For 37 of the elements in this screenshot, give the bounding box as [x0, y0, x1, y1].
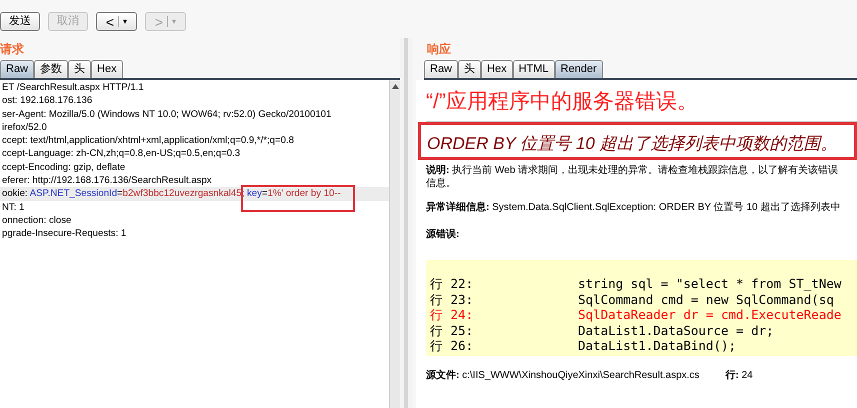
- source-file: 源文件: c:\IIS_WWW\XinshouQiyeXinxi\SearchResult.aspx.cs 行: 24: [426, 368, 754, 383]
- toolbar-button[interactable]: 发送: [0, 12, 40, 31]
- request-line: ost: 192.168.176.136: [1, 94, 94, 108]
- code-line: 行 23: SqlCommand cmd = new SqlCommand(sq: [429, 292, 835, 307]
- tab[interactable]: Render: [554, 60, 603, 78]
- error-heading: “/”应用程序中的服务器错误。: [426, 89, 699, 115]
- tab[interactable]: Hex: [481, 60, 513, 78]
- tab[interactable]: 参数: [34, 60, 68, 78]
- tab[interactable]: 头: [458, 60, 482, 78]
- request-line: ccept-Language: zh-CN,zh;q=0.8,en-US;q=0.5,en;q=0.3: [1, 147, 242, 161]
- request-line: onnection: close: [1, 214, 72, 228]
- tab[interactable]: Raw: [0, 60, 34, 78]
- request-line: ET /SearchResult.aspx HTTP/1.1: [1, 81, 145, 94]
- code-line: 行 26: DataList1.DataBind();: [429, 338, 738, 354]
- request-line: eferer: http://192.168.176.136/SearchResult.aspx: [1, 174, 213, 188]
- error-message: ORDER BY 位置号 10 超出了选择列表中项数的范围。: [418, 122, 857, 160]
- request-line: NT: 1: [1, 200, 26, 214]
- tab[interactable]: Hex: [91, 60, 123, 78]
- history-button[interactable]: < ▾: [96, 12, 137, 31]
- request-line: ser-Agent: Mozilla/5.0 (Windows NT 10.0; WOW64; rv:52.0) Gecko/20100101: [1, 108, 332, 121]
- code-line: 行 22: string sql = "select * from ST_tNew: [429, 276, 842, 292]
- scroll-up-icon[interactable]: [392, 84, 398, 89]
- description: 说明: 执行当前 Web 请求期间，出现未处理的异常。请检查堆栈跟踪信息，以了解有关该错误 信息。: [426, 164, 840, 190]
- source-error-label: 源错误:: [426, 228, 460, 242]
- request-line: ccept-Encoding: gzip, deflate: [1, 160, 126, 174]
- tab[interactable]: HTML: [512, 60, 555, 78]
- scrollbar[interactable]: [389, 80, 400, 408]
- panel-title: 响应: [426, 41, 452, 58]
- exception-details: 异常详细信息: System.Data.SqlClient.SqlException: ORDER BY 位置号 10 超出了选择列表中: [426, 200, 842, 215]
- tab[interactable]: 头: [68, 60, 92, 78]
- code-line: 行 25: DataList1.DataSource = dr;: [429, 322, 775, 338]
- panel-title: 请求: [0, 41, 25, 58]
- request-line: irefox/52.0: [1, 120, 48, 134]
- request-line: ccept: text/html,application/xhtml+xml,application/xml;q=0.9,*/*;q=0.8: [1, 134, 295, 148]
- code-line: 行 24: SqlDataReader dr = cmd.ExecuteReade: [429, 307, 842, 322]
- request-line: pgrade-Insecure-Requests: 1: [1, 227, 128, 241]
- tab[interactable]: Raw: [424, 60, 458, 78]
